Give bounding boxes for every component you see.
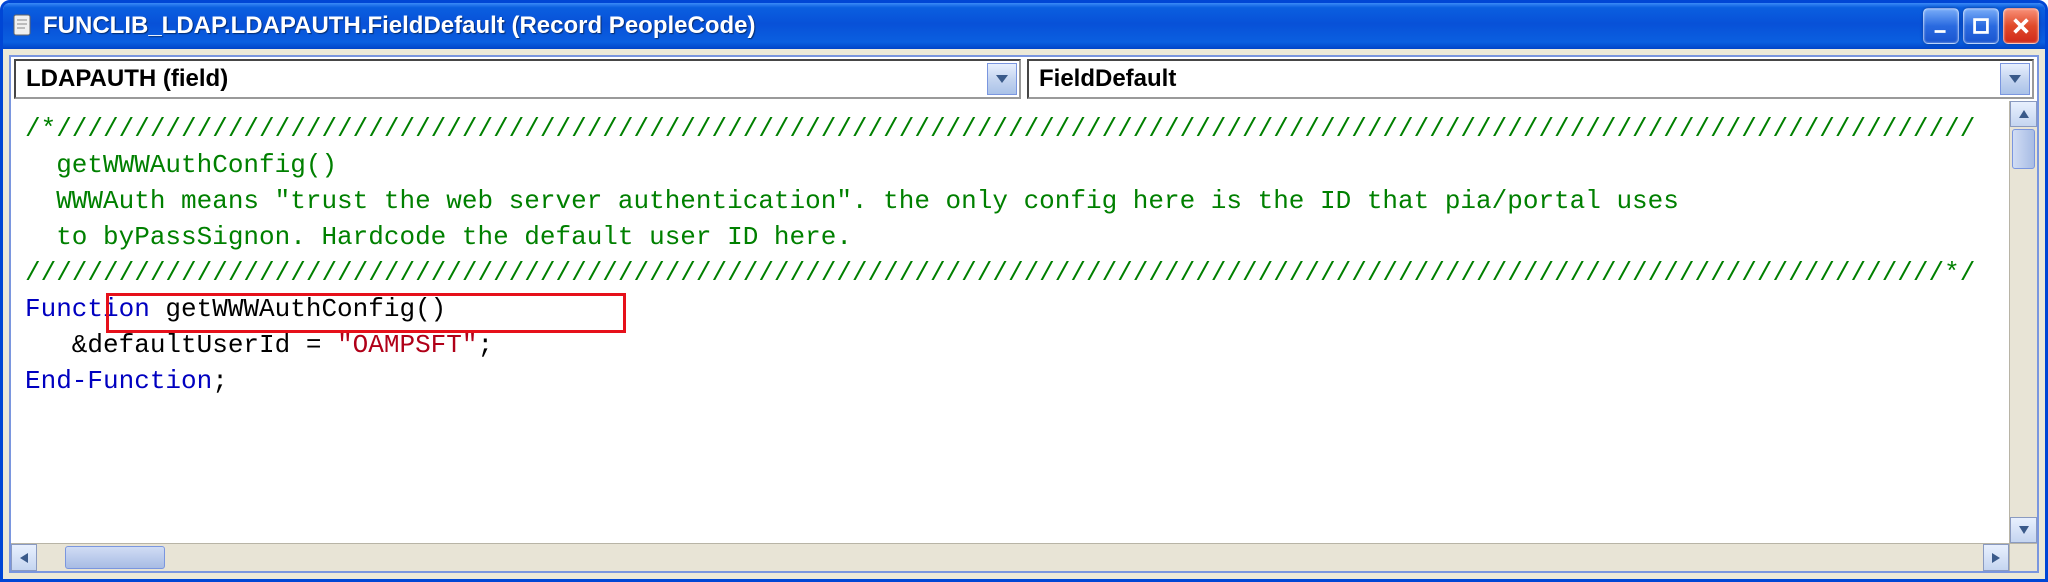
scroll-thumb[interactable]	[65, 546, 165, 569]
window-title: FUNCLIB_LDAP.LDAPAUTH.FieldDefault (Reco…	[43, 12, 1923, 40]
code-area-wrap: /*//////////////////////////////////////…	[11, 101, 2037, 543]
app-icon	[11, 12, 35, 40]
code-comment: ////////////////////////////////////////…	[25, 258, 1975, 288]
titlebar[interactable]: FUNCLIB_LDAP.LDAPAUTH.FieldDefault (Reco…	[3, 3, 2045, 49]
scroll-track[interactable]	[2010, 127, 2037, 517]
code-comment: /*//////////////////////////////////////…	[25, 114, 1975, 144]
chevron-down-icon[interactable]	[2000, 63, 2030, 95]
code-text: ;	[478, 330, 494, 360]
minimize-button[interactable]	[1923, 8, 1959, 44]
scroll-track[interactable]	[37, 544, 1983, 571]
field-selector-value: LDAPAUTH (field)	[26, 65, 228, 93]
event-selector-value: FieldDefault	[1039, 65, 1176, 93]
scroll-up-button[interactable]	[2010, 101, 2037, 127]
maximize-button[interactable]	[1963, 8, 1999, 44]
code-comment: getWWWAuthConfig()	[25, 150, 337, 180]
window-controls	[1923, 8, 2039, 44]
client-area: LDAPAUTH (field) FieldDefault /*////////…	[9, 55, 2039, 573]
scroll-left-button[interactable]	[11, 544, 37, 571]
minimize-icon	[1930, 15, 1952, 37]
vertical-scrollbar[interactable]	[2009, 101, 2037, 543]
code-keyword: Function	[25, 294, 150, 324]
code-string: "OAMPSFT"	[337, 330, 477, 360]
code-editor[interactable]: /*//////////////////////////////////////…	[11, 101, 2009, 543]
code-comment: to byPassSignon. Hardcode the default us…	[25, 222, 852, 252]
field-selector[interactable]: LDAPAUTH (field)	[14, 59, 1021, 99]
maximize-icon	[1970, 15, 1992, 37]
code-text: &defaultUserId =	[25, 330, 337, 360]
code-comment: WWWAuth means "trust the web server auth…	[25, 186, 1679, 216]
code-text: getWWWAuthConfig()	[150, 294, 446, 324]
scroll-down-button[interactable]	[2010, 517, 2037, 543]
scroll-right-button[interactable]	[1983, 544, 2009, 571]
code-text: ;	[212, 366, 228, 396]
scroll-corner	[2009, 543, 2037, 571]
bottom-scroll-row	[11, 543, 2037, 571]
event-selector[interactable]: FieldDefault	[1027, 59, 2034, 99]
close-button[interactable]	[2003, 8, 2039, 44]
chevron-down-icon[interactable]	[987, 63, 1017, 95]
window-frame: FUNCLIB_LDAP.LDAPAUTH.FieldDefault (Reco…	[0, 0, 2048, 582]
scroll-thumb[interactable]	[2012, 129, 2035, 169]
dropdown-row: LDAPAUTH (field) FieldDefault	[11, 57, 2037, 101]
horizontal-scrollbar[interactable]	[11, 543, 2009, 571]
code-keyword: End-Function	[25, 366, 212, 396]
close-icon	[2010, 15, 2032, 37]
